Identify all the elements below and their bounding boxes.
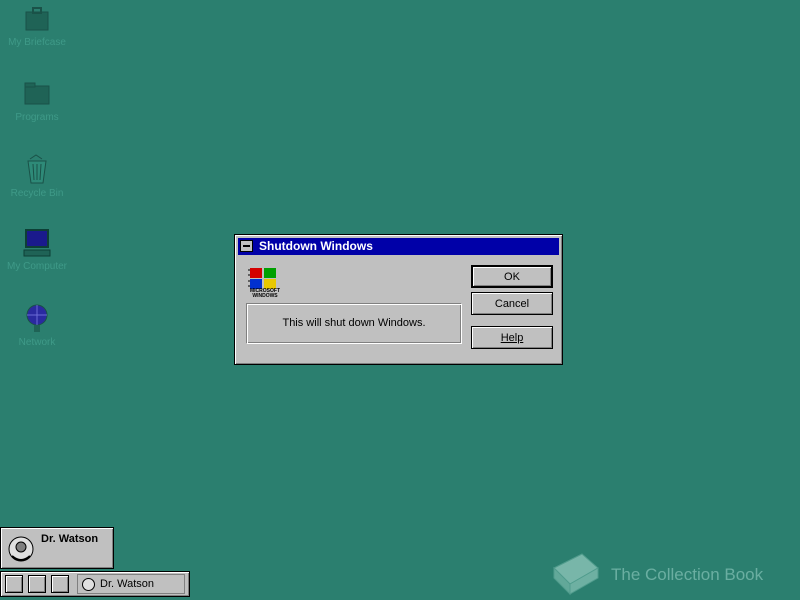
recycle-bin-icon [27,154,47,184]
message-panel: This will shut down Windows. [246,303,462,344]
dr-watson-minimized-window[interactable]: Dr. Watson [0,527,114,569]
desktop-icon-label: My Briefcase [8,37,66,48]
help-button[interactable]: Help [471,326,553,349]
ok-button[interactable]: OK [471,265,553,288]
taskbar-task-dr-watson[interactable]: Dr. Watson [77,574,185,594]
computer-icon [23,229,51,257]
desktop-icon-briefcase[interactable]: My Briefcase [6,4,68,49]
briefcase-icon [25,7,49,31]
desktop-icon-label: Recycle Bin [10,188,64,199]
dialog-title: Shutdown Windows [259,239,373,253]
shutdown-dialog: Shutdown Windows MICROSOFT WINDOWS This … [234,234,563,365]
desktop-icon-label: Programs [15,112,59,123]
dialog-titlebar[interactable]: Shutdown Windows [238,238,559,255]
network-icon [26,304,48,332]
desktop-icon-label: Network [18,337,56,348]
folder-icon [24,82,50,105]
dialog-message: This will shut down Windows. [282,317,426,329]
desktop-icon-my-computer[interactable]: My Computer [6,228,68,273]
taskbar-task-label: Dr. Watson [100,578,154,590]
start-icon[interactable] [5,575,23,593]
logo-wordmark: MICROSOFT WINDOWS [250,288,280,299]
watermark: The Collection Book [548,548,798,598]
book-icon [553,553,599,596]
cancel-button-label: Cancel [494,297,530,310]
desktop-icon-recycle-bin[interactable]: Recycle Bin [6,153,68,200]
dr-watson-icon [8,536,34,562]
desktop-icon-network[interactable]: Network [6,302,68,349]
system-menu-icon[interactable] [240,240,253,252]
run-icon[interactable] [51,575,69,593]
watermark-text: The Collection Book [611,565,764,584]
dr-watson-label: Dr. Watson [41,533,99,545]
dr-watson-small-icon [82,578,95,591]
taskbar: Dr. Watson [0,571,190,597]
desktop-icon-label: My Computer [6,261,67,272]
ok-button-label: OK [504,270,520,283]
desktop-icon-programs[interactable]: Programs [6,79,68,124]
cancel-button[interactable]: Cancel [471,292,553,315]
find-icon[interactable] [28,575,46,593]
help-button-label: Help [500,331,524,344]
